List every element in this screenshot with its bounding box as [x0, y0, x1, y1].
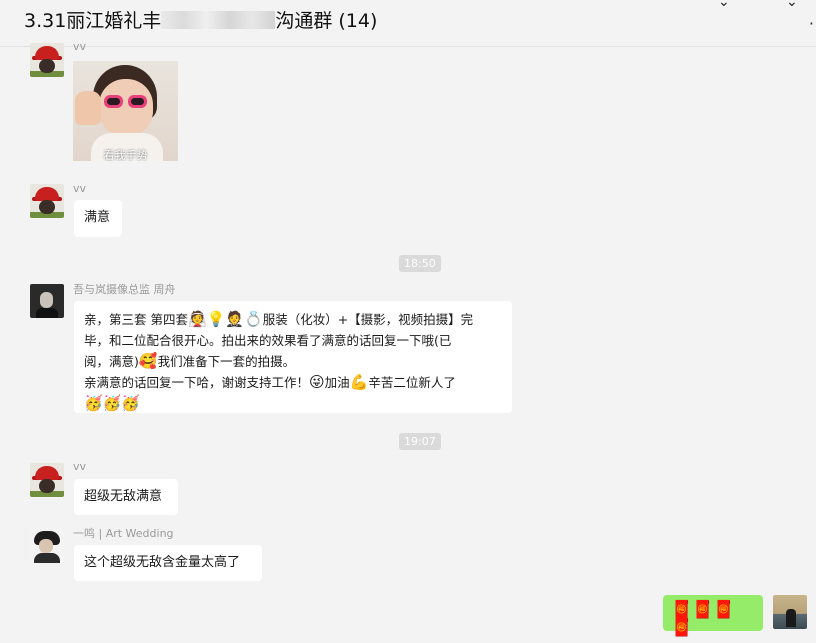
- party-emojis: 🥳🥳🥳: [84, 394, 141, 412]
- message-line: 亲满意的话回复一下哈，谢谢支持工作！😜加油💪辛苦二位新人了: [84, 373, 456, 391]
- timestamp: 19:07: [399, 433, 441, 450]
- strong-arm-emoji: 💪: [349, 373, 369, 391]
- wink-emoji: 😜: [309, 373, 325, 391]
- sender-name: 吾与岚摄像总监 周舟: [73, 283, 176, 296]
- red-envelope-emojis: 🧧🧧🧧🧧: [671, 600, 735, 638]
- sender-name: vv: [73, 182, 87, 195]
- smile-emoji: 🥰: [138, 352, 158, 370]
- message-bubble[interactable]: 超级无敌满意: [74, 479, 178, 515]
- message-bubble[interactable]: 这个超级无敌含金量太高了: [74, 545, 262, 581]
- emoji-icon[interactable]: ⌄: [718, 0, 730, 10]
- self-avatar[interactable]: [773, 595, 807, 629]
- sticker-caption: 看我手势: [103, 149, 148, 161]
- message-text: 这个超级无敌含金量太高了: [84, 555, 241, 570]
- message-line: 毕，和二位配合很开心。拍出来的效果看了满意的话回复一下哦(已: [84, 333, 452, 348]
- message-text: 超级无敌满意: [84, 489, 163, 504]
- sticker-image[interactable]: 看我手势: [73, 61, 178, 161]
- chat-header: 3.31丽江婚礼丰 沟通群 (14) ⌄ ⌄ ·: [0, 0, 816, 47]
- sender-name: vv: [73, 40, 87, 53]
- message-bubble[interactable]: 亲，第三套 第四套👰💡🤵💍服装（化妆）+【摄影，视频拍摄】完 毕，和二位配合很开…: [74, 301, 512, 413]
- avatar[interactable]: [30, 184, 64, 218]
- sender-name: vv: [73, 460, 87, 473]
- avatar[interactable]: [30, 529, 64, 563]
- avatar[interactable]: [30, 463, 64, 497]
- add-icon[interactable]: ⌄: [786, 0, 798, 10]
- redacted-text: [161, 11, 276, 29]
- chat-title: 3.31丽江婚礼丰 沟通群 (14): [24, 6, 377, 33]
- message-line: 亲，第三套 第四套👰💡🤵💍服装（化妆）+【摄影，视频拍摄】完: [84, 310, 474, 328]
- sender-name: 一鸣 | Art Wedding: [73, 527, 174, 540]
- more-options-icon[interactable]: ·: [809, 14, 814, 33]
- message-bubble[interactable]: 满意: [74, 200, 122, 237]
- self-message-bubble[interactable]: 🧧🧧🧧🧧: [663, 595, 763, 637]
- avatar[interactable]: [30, 43, 64, 77]
- chat-title-prefix: 3.31丽江婚礼丰: [24, 10, 162, 32]
- message-text: 满意: [84, 210, 111, 225]
- avatar[interactable]: [30, 284, 64, 318]
- chat-title-suffix: 沟通群 (14): [275, 10, 378, 32]
- message-line: 阅，满意)🥰我们准备下一套的拍摄。: [84, 352, 296, 370]
- timestamp: 18:50: [399, 255, 441, 272]
- emoji-group: 👰💡🤵💍: [187, 310, 263, 328]
